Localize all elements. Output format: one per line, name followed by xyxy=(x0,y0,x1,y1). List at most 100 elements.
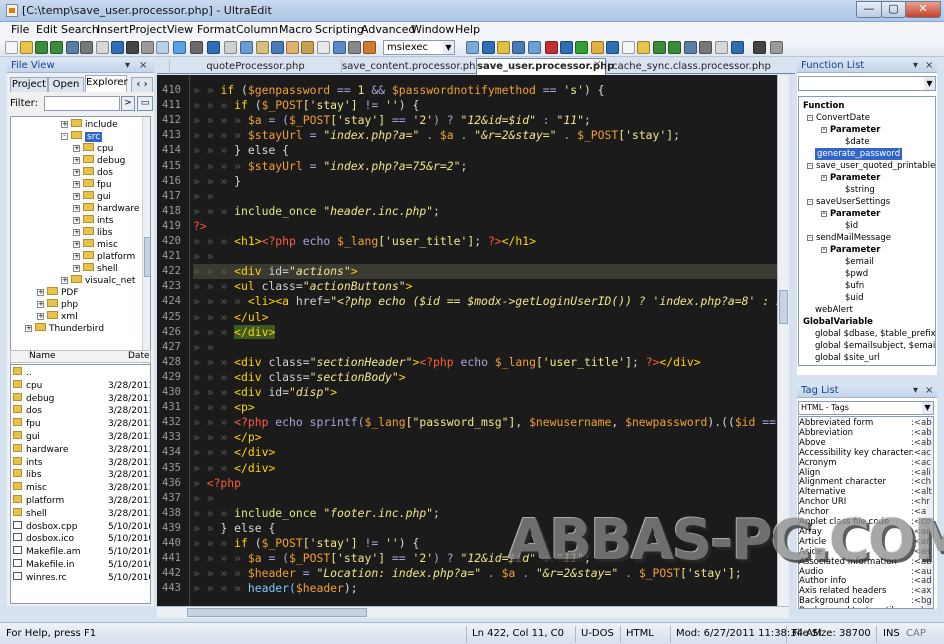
function-item[interactable]: $id xyxy=(845,220,858,232)
tag-item[interactable]: Accessibility key character:<ac xyxy=(799,448,923,458)
expand-icon[interactable]: - xyxy=(61,133,68,140)
toolbar-icon-11[interactable] xyxy=(156,41,169,54)
editor-hscroll-thumb[interactable] xyxy=(187,608,367,617)
menu-file[interactable]: File xyxy=(11,23,29,36)
toolbar-icon-32[interactable] xyxy=(575,41,588,54)
toolbar-icon-24[interactable] xyxy=(363,41,376,54)
tree-item-libs[interactable]: +libs xyxy=(73,227,112,239)
expand-icon[interactable]: - xyxy=(821,247,827,253)
toolbar-icon-1[interactable] xyxy=(5,41,18,54)
code-line[interactable]: » » xyxy=(193,340,777,355)
toolbar-icon-6[interactable] xyxy=(80,41,93,54)
tag-item[interactable]: Alternative:<alt xyxy=(799,487,923,497)
toolbar-icon-4[interactable] xyxy=(50,41,63,54)
list-item[interactable]: cpu3/28/2011 xyxy=(13,380,151,392)
function-item[interactable]: webAlert xyxy=(815,304,853,316)
menu-help[interactable]: Help xyxy=(455,23,480,36)
function-item[interactable]: generate_password xyxy=(815,148,902,160)
code-line[interactable]: » » » <div class="sectionBody"> xyxy=(193,370,777,385)
function-item[interactable]: -Parameter xyxy=(821,208,880,220)
function-item[interactable]: -sendMailMessage xyxy=(807,232,891,244)
toolbar-icon-2[interactable] xyxy=(20,41,33,54)
filter-apply-button[interactable]: > xyxy=(121,96,135,111)
list-item[interactable]: Makefile.in5/10/2010 xyxy=(13,559,151,571)
function-item[interactable]: -save_user_quoted_printable xyxy=(807,160,935,172)
toolbar-icon-27[interactable] xyxy=(497,41,510,54)
tree-item-xml[interactable]: +xml xyxy=(37,311,78,323)
expand-icon[interactable]: + xyxy=(25,325,32,332)
function-item[interactable]: $ufn xyxy=(845,280,864,292)
toolbar-icon-37[interactable] xyxy=(653,41,666,54)
column-name[interactable]: Name xyxy=(29,351,56,362)
tree-item-ints[interactable]: +ints xyxy=(73,215,113,227)
filter-options-button[interactable]: ▭ xyxy=(137,96,153,111)
expand-icon[interactable]: - xyxy=(807,235,813,241)
tag-item[interactable]: Abbreviation:<ab xyxy=(799,428,923,438)
pin-icon[interactable]: ▾ xyxy=(913,58,918,73)
code-line[interactable]: » » » } xyxy=(193,174,777,189)
menu-column[interactable]: Column xyxy=(236,23,278,36)
panel-close-icon[interactable]: × xyxy=(139,58,147,73)
tag-item[interactable]: Anchor URI:<hr xyxy=(799,497,923,507)
code-line[interactable]: » » » <div id="actions"> xyxy=(193,264,777,279)
toolbar-icon-39[interactable] xyxy=(684,41,697,54)
toolbar-icon-30[interactable] xyxy=(545,41,558,54)
tag-item[interactable]: Align:<ali xyxy=(799,468,923,478)
close-button[interactable]: ✕ xyxy=(905,1,941,18)
toolbar-icon-28[interactable] xyxy=(512,41,525,54)
tree-item-visualc_net[interactable]: +visualc_net xyxy=(61,275,135,287)
close-icon[interactable]: × xyxy=(593,59,601,70)
doc-tab-1[interactable]: quoteProcessor.php xyxy=(169,60,341,74)
function-filter-combo[interactable]: ▼ xyxy=(798,76,936,91)
menu-insert[interactable]: Insert xyxy=(97,23,129,36)
tree-item-fpu[interactable]: +fpu xyxy=(73,179,112,191)
expand-icon[interactable]: + xyxy=(73,157,80,164)
function-item[interactable]: GlobalVariable xyxy=(803,316,873,328)
list-item[interactable]: ints3/28/2011 xyxy=(13,457,151,469)
expand-icon[interactable]: + xyxy=(73,241,80,248)
status-insert-mode[interactable]: INS xyxy=(883,628,900,639)
code-line[interactable]: » » » <h1><?php echo $_lang['user_title'… xyxy=(193,234,777,249)
tree-item-misc[interactable]: +misc xyxy=(73,239,118,251)
function-item[interactable]: $pwd xyxy=(845,268,868,280)
expand-icon[interactable]: + xyxy=(61,277,68,284)
toolbar-icon-31[interactable] xyxy=(560,41,573,54)
expand-icon[interactable]: + xyxy=(73,253,80,260)
function-item[interactable]: global $site_url xyxy=(815,352,880,364)
panel-close-icon[interactable]: × xyxy=(925,58,933,73)
toolbar-icon-9[interactable] xyxy=(126,41,139,54)
tree-item-src[interactable]: -src xyxy=(61,131,102,143)
tree-item-cpu[interactable]: +cpu xyxy=(73,143,113,155)
expand-icon[interactable]: + xyxy=(73,229,80,236)
toolbar-icon-33[interactable] xyxy=(591,41,604,54)
expand-icon[interactable]: + xyxy=(37,313,44,320)
menu-edit[interactable]: Edit xyxy=(36,23,57,36)
toolbar-icon-18[interactable] xyxy=(271,41,284,54)
code-line[interactable]: » » if ($genpassword == 1 && $passwordno… xyxy=(193,83,777,98)
code-line[interactable]: » » » </div> xyxy=(193,461,777,476)
menu-format[interactable]: Format xyxy=(197,23,236,36)
code-line[interactable]: » » » <div class="sectionHeader"><?php e… xyxy=(193,355,777,370)
menu-window[interactable]: Window xyxy=(411,23,454,36)
toolbar-icon-23[interactable] xyxy=(348,41,361,54)
toolbar-icon-5[interactable] xyxy=(66,41,79,54)
macro-combo[interactable]: msiexec▼ xyxy=(383,40,455,55)
function-item[interactable]: -Parameter xyxy=(821,124,880,136)
code-line[interactable]: ?> xyxy=(193,219,777,234)
toolbar-icon-34[interactable] xyxy=(606,41,619,54)
code-line[interactable]: » » » if ($_POST['stay'] != '') { xyxy=(193,98,777,113)
toolbar-icon-12[interactable] xyxy=(173,41,186,54)
toolbar-icon-20[interactable] xyxy=(301,41,314,54)
list-item[interactable]: Makefile.am5/10/2010 xyxy=(13,546,151,558)
toolbar-icon-35[interactable] xyxy=(622,41,635,54)
expand-icon[interactable]: - xyxy=(821,127,827,133)
function-item[interactable]: -ConvertDate xyxy=(807,112,870,124)
toolbar-icon-3[interactable] xyxy=(35,41,48,54)
function-item[interactable]: -Parameter xyxy=(821,244,880,256)
list-item[interactable]: dosbox.ico5/10/2010 xyxy=(13,533,151,545)
list-item[interactable]: fpu3/28/2011 xyxy=(13,418,151,430)
toolbar-icon-42[interactable] xyxy=(731,41,744,54)
expand-icon[interactable]: + xyxy=(37,289,44,296)
expand-icon[interactable]: + xyxy=(73,265,80,272)
toolbar-icon-14[interactable] xyxy=(207,41,220,54)
